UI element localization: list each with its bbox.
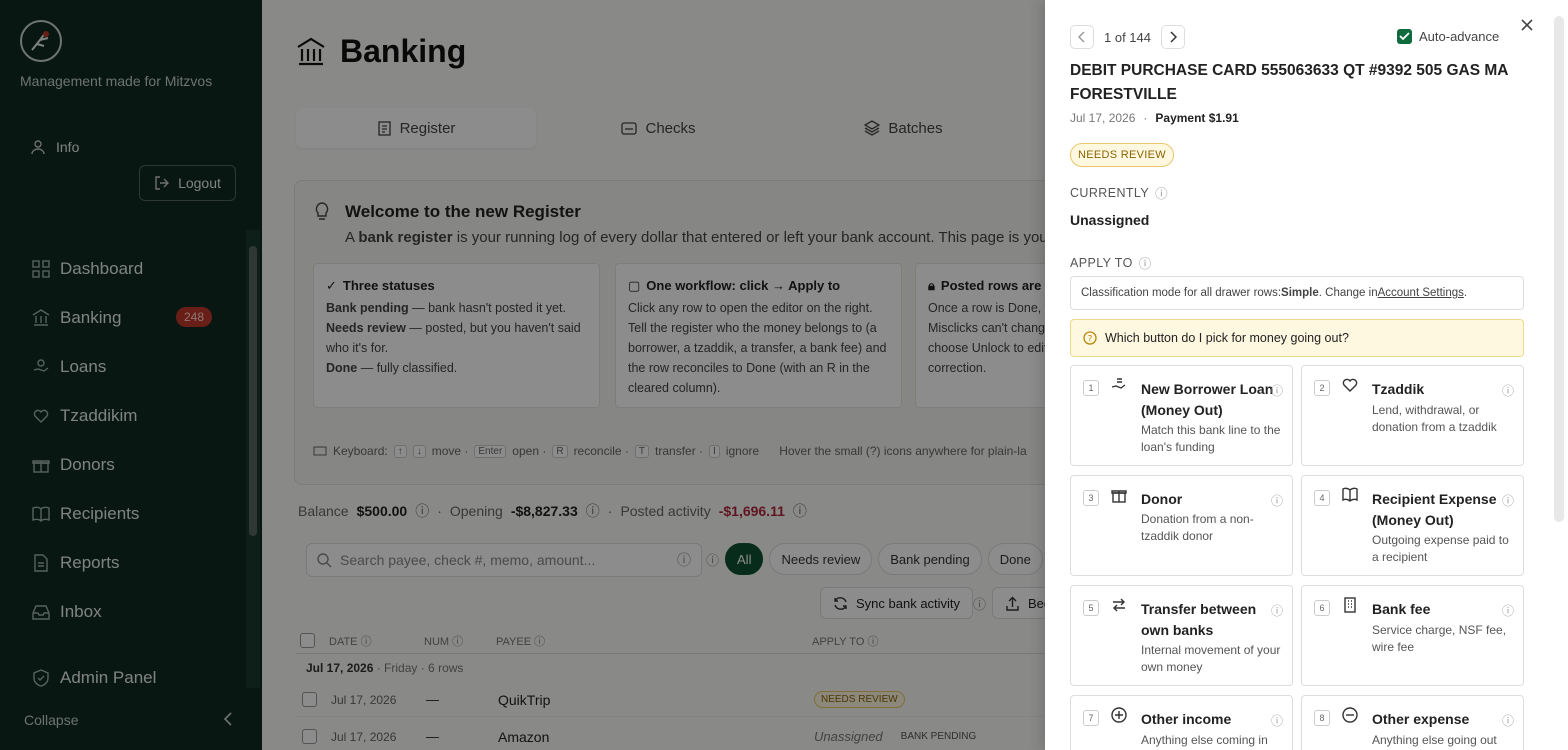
chevron-right-icon: [1170, 31, 1177, 43]
help-icon[interactable]: ⓘ: [1155, 183, 1168, 202]
transaction-drawer: 1 of 144 Auto-advance DEBIT PURCHASE CAR…: [1045, 0, 1568, 750]
help-icon[interactable]: ⓘ: [1271, 382, 1283, 399]
svg-text:?: ?: [1088, 335, 1093, 345]
auto-advance-checkbox[interactable]: [1397, 29, 1412, 44]
help-icon[interactable]: ⓘ: [1139, 253, 1152, 272]
help-icon[interactable]: ⓘ: [1271, 492, 1283, 509]
option-other-income[interactable]: 7 Other income Anything else coming in ⓘ: [1070, 695, 1293, 750]
transaction-meta: Jul 17, 2026 · Payment $1.91: [1070, 111, 1239, 125]
gift-icon: [1111, 490, 1127, 503]
option-recipient-expense[interactable]: 4 Recipient Expense (Money Out) Outgoing…: [1301, 475, 1524, 576]
option-donor[interactable]: 3 Donor Donation from a non-tzaddik dono…: [1070, 475, 1293, 576]
currently-label: CURRENTLY ⓘ: [1070, 183, 1168, 202]
close-icon[interactable]: [1519, 17, 1535, 33]
help-icon[interactable]: ⓘ: [1271, 712, 1283, 729]
status-badge: NEEDS REVIEW: [1070, 143, 1174, 167]
which-button-hint[interactable]: ? Which button do I pick for money going…: [1070, 319, 1524, 357]
chevron-left-icon: [1078, 31, 1085, 43]
apply-to-label: APPLY TO ⓘ: [1070, 253, 1152, 272]
current-assignment: Unassigned: [1070, 212, 1150, 228]
transaction-title: DEBIT PURCHASE CARD 555063633 QT #9392 5…: [1070, 62, 1508, 103]
option-other-expense[interactable]: 8 Other expense Anything else going out …: [1301, 695, 1524, 750]
pager: 1 of 144: [1070, 25, 1185, 49]
transfer-icon: [1113, 598, 1125, 612]
help-icon[interactable]: ⓘ: [1271, 602, 1283, 619]
help-icon[interactable]: ⓘ: [1502, 382, 1514, 399]
pager-text: 1 of 144: [1104, 29, 1151, 45]
building-icon: [1344, 597, 1356, 613]
classification-mode-note: Classification mode for all drawer rows:…: [1070, 276, 1524, 310]
option-transfer[interactable]: 5 Transfer between own banks Internal mo…: [1070, 585, 1293, 686]
option-new-borrower-loan[interactable]: 1 New Borrower Loan (Money Out) Match th…: [1070, 365, 1293, 466]
modal-backdrop[interactable]: [0, 0, 1045, 750]
drawer-scrollbar[interactable]: [1554, 16, 1564, 522]
loan-hand-icon: [1111, 378, 1126, 389]
book-icon: [1342, 487, 1358, 502]
minus-circle-icon: [1342, 707, 1358, 723]
help-icon[interactable]: ⓘ: [1502, 492, 1514, 509]
help-icon[interactable]: ⓘ: [1502, 602, 1514, 619]
question-circle-icon: ?: [1083, 331, 1097, 345]
next-button[interactable]: [1161, 25, 1185, 49]
help-icon[interactable]: ⓘ: [1502, 712, 1514, 729]
heart-hand-icon: [1342, 378, 1358, 392]
option-tzaddik[interactable]: 2 Tzaddik Lend, withdrawal, or donation …: [1301, 365, 1524, 466]
account-settings-link[interactable]: Account Settings: [1378, 287, 1464, 299]
auto-advance-toggle[interactable]: Auto-advance: [1397, 29, 1499, 44]
prev-button[interactable]: [1070, 25, 1094, 49]
option-bank-fee[interactable]: 6 Bank fee Service charge, NSF fee, wire…: [1301, 585, 1524, 686]
plus-circle-icon: [1111, 707, 1127, 723]
